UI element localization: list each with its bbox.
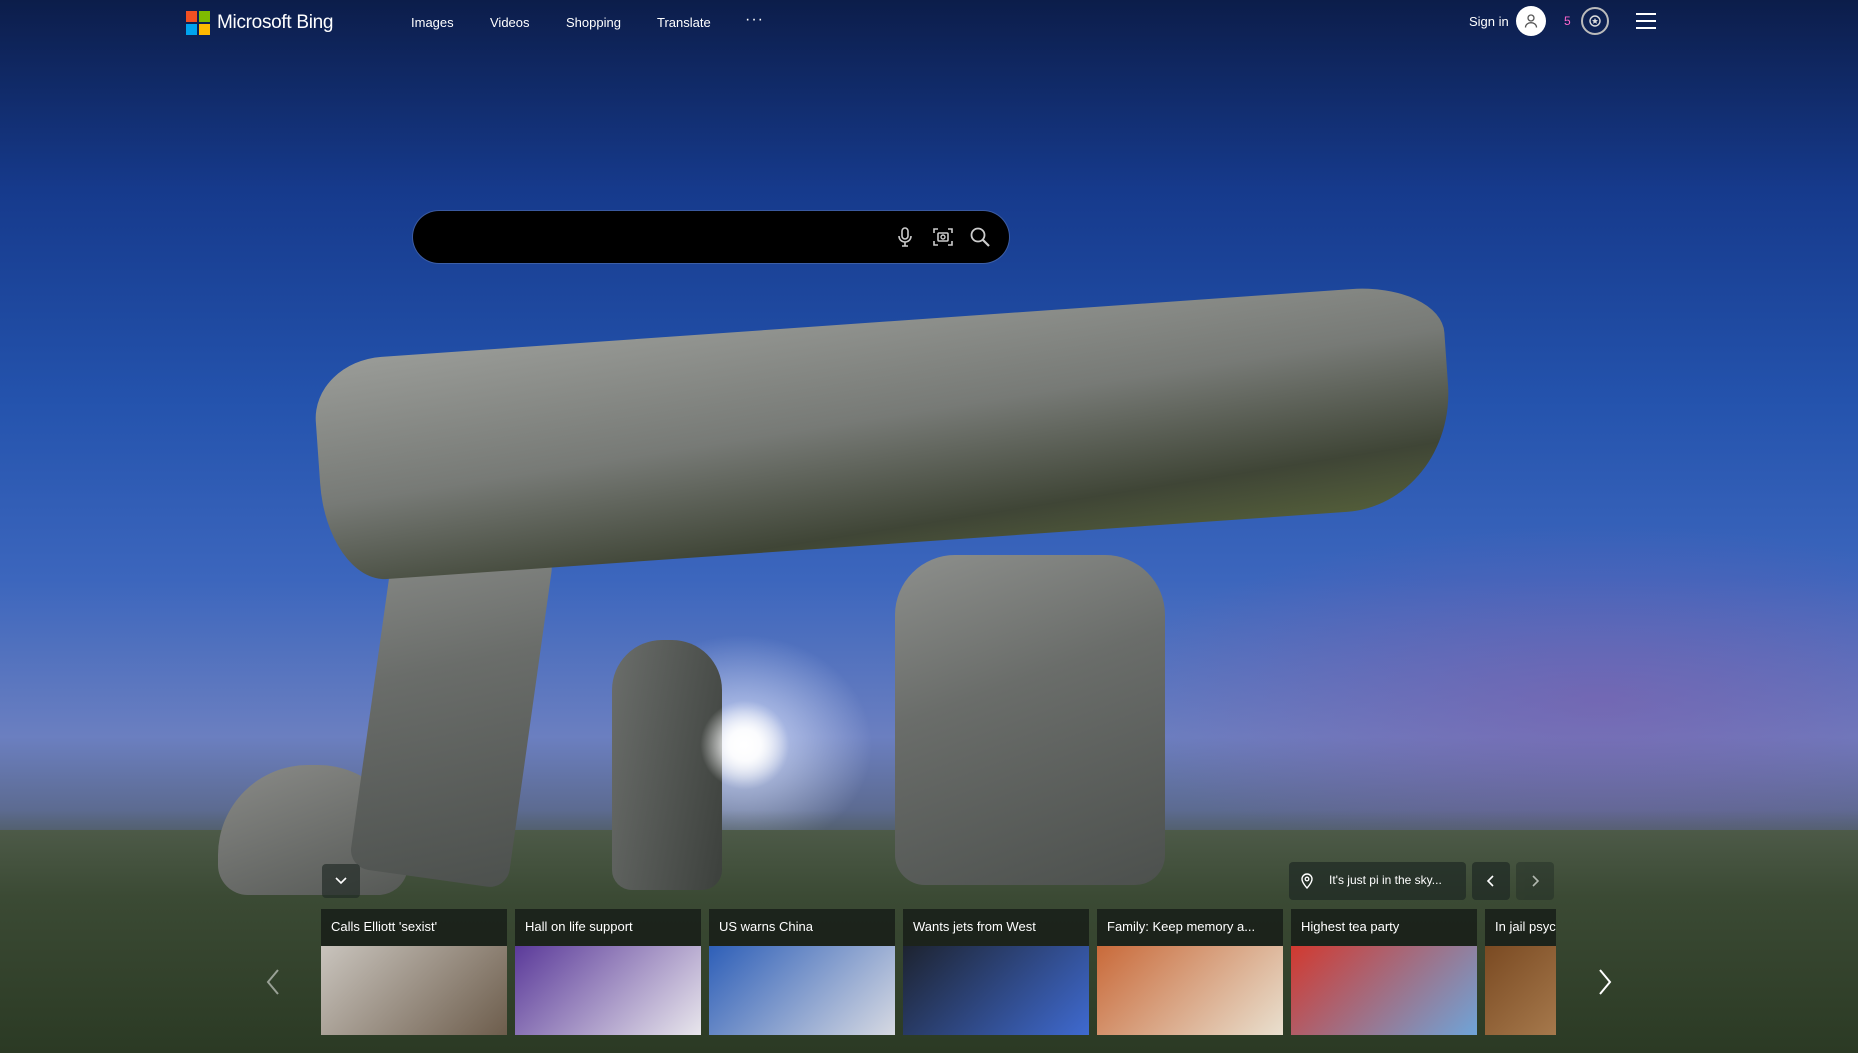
news-card-title: Family: Keep memory a... — [1107, 919, 1256, 934]
background-capstone — [311, 282, 1457, 584]
nav-shopping[interactable]: Shopping — [566, 15, 621, 30]
news-card-title: Hall on life support — [525, 919, 633, 934]
chevron-right-icon — [1599, 969, 1612, 995]
carousel-previous-button[interactable] — [258, 964, 288, 1000]
location-pin-icon — [1301, 873, 1313, 889]
brand-name: Microsoft Bing — [217, 12, 334, 33]
news-card-image — [1097, 946, 1283, 1035]
news-card-title: In jail psych... — [1495, 919, 1556, 934]
top-header: Microsoft Bing Images Videos Shopping Tr… — [0, 0, 1858, 46]
microphone-icon[interactable] — [893, 225, 917, 249]
next-image-button[interactable] — [1516, 862, 1554, 900]
news-card[interactable]: Highest tea party — [1291, 909, 1477, 1035]
chevron-left-icon — [1486, 875, 1494, 887]
background-sun — [700, 700, 790, 790]
news-card-title: US warns China — [719, 919, 813, 934]
news-card[interactable]: Wants jets from West — [903, 909, 1089, 1035]
sign-in-link[interactable]: Sign in — [1469, 14, 1509, 29]
nav-translate[interactable]: Translate — [657, 15, 711, 30]
news-card-image — [709, 946, 895, 1035]
hamburger-menu-icon[interactable] — [1636, 13, 1656, 29]
rewards-count: 5 — [1564, 14, 1571, 28]
image-caption: It's just pi in the sky... — [1329, 873, 1442, 887]
news-card-image — [321, 946, 507, 1035]
news-card-title: Wants jets from West — [913, 919, 1036, 934]
news-card[interactable]: Calls Elliott 'sexist' — [321, 909, 507, 1035]
bing-logo[interactable]: Microsoft Bing — [186, 11, 333, 35]
news-card[interactable]: In jail psych... — [1485, 909, 1556, 1035]
carousel-next-button[interactable] — [1590, 964, 1620, 1000]
chevron-down-icon — [335, 877, 347, 885]
nav-images[interactable]: Images — [411, 15, 454, 30]
news-card[interactable]: US warns China — [709, 909, 895, 1035]
news-card-title: Highest tea party — [1301, 919, 1400, 934]
news-card-image — [515, 946, 701, 1035]
background-stone-right — [895, 555, 1165, 885]
search-input[interactable] — [435, 221, 879, 255]
visual-search-icon[interactable] — [931, 225, 955, 249]
collapse-feed-button[interactable] — [322, 864, 360, 898]
microsoft-logo-icon — [186, 11, 210, 35]
search-icon[interactable] — [968, 225, 992, 249]
previous-image-button[interactable] — [1472, 862, 1510, 900]
news-card-image — [1485, 946, 1556, 1035]
news-card[interactable]: Family: Keep memory a... — [1097, 909, 1283, 1035]
news-card-image — [903, 946, 1089, 1035]
chevron-left-icon — [266, 969, 279, 995]
news-carousel: Calls Elliott 'sexist' Hall on life supp… — [321, 909, 1556, 1035]
user-avatar-icon[interactable] — [1516, 6, 1546, 36]
news-card[interactable]: Hall on life support — [515, 909, 701, 1035]
rewards-medal-icon[interactable] — [1581, 7, 1609, 35]
nav-videos[interactable]: Videos — [490, 15, 530, 30]
chevron-right-icon — [1532, 875, 1540, 887]
news-card-image — [1291, 946, 1477, 1035]
image-info-pill[interactable]: It's just pi in the sky... — [1289, 862, 1466, 900]
news-card-title: Calls Elliott 'sexist' — [331, 919, 438, 934]
search-box — [413, 211, 1009, 263]
nav-more-button[interactable]: ··· — [745, 11, 764, 29]
